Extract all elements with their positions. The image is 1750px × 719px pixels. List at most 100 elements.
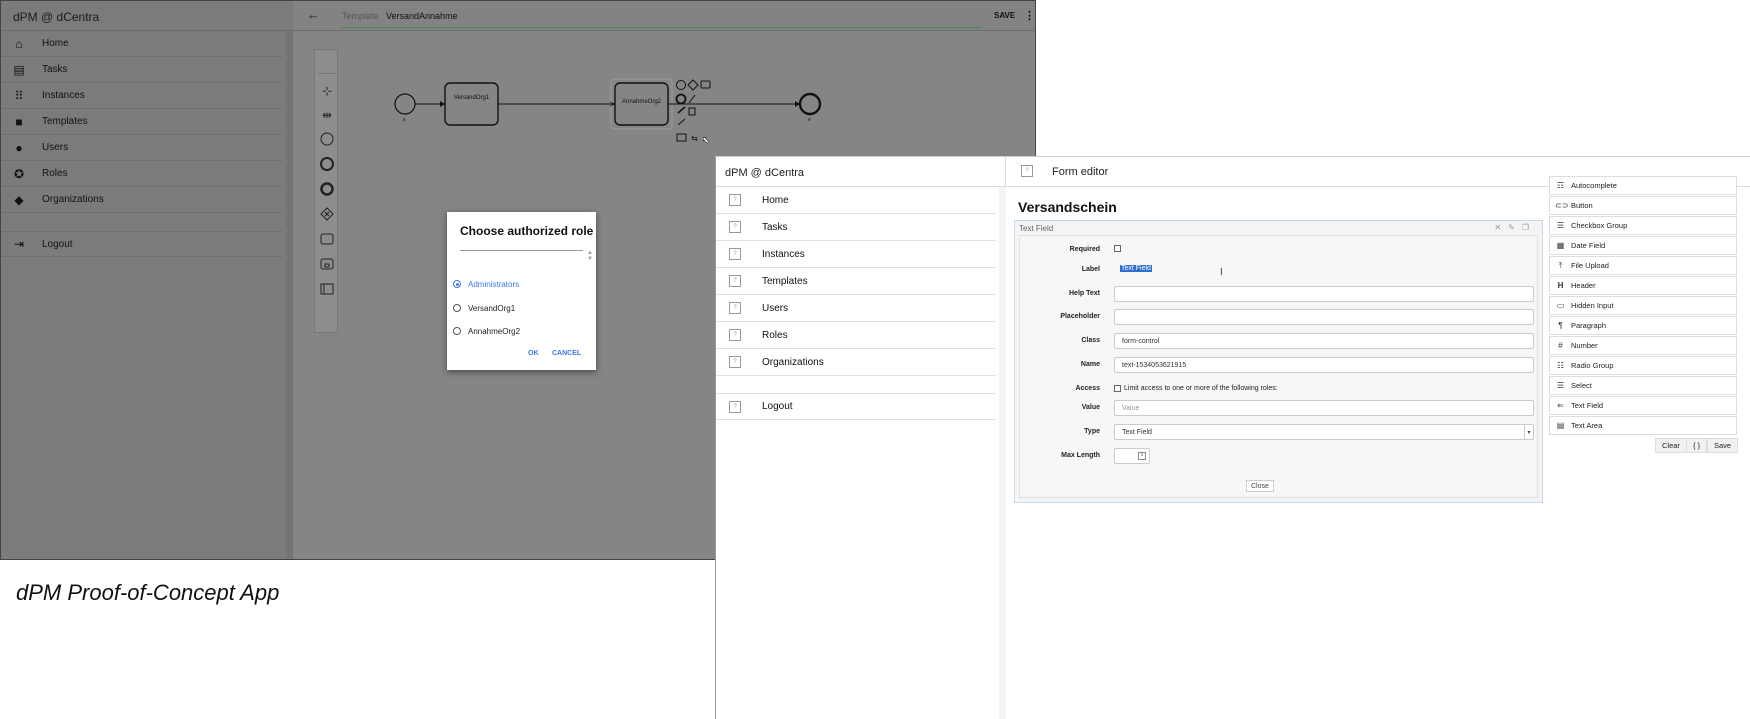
sidebar: dPM @ dCentra ⌂ Home ▤ Tasks ⠿ Instances… [1, 1, 293, 559]
sidebar-item-roles[interactable]: ? Roles [716, 322, 996, 349]
access-description: Limit access to one or more of the follo… [1124, 385, 1278, 392]
role-option-administrators[interactable]: Administrators [453, 276, 519, 292]
sidebar-item-instances[interactable]: ⠿ Instances [1, 83, 283, 109]
sidebar-item-home[interactable]: ⌂ Home [1, 31, 283, 57]
copy-icon[interactable]: ❐ [1522, 223, 1536, 232]
organizations-icon: ? [729, 356, 741, 368]
radio-selected-icon[interactable] [453, 280, 461, 288]
type-select[interactable]: Text Field ▾ [1114, 424, 1534, 440]
field-properties: Required Label Text Field I Help Text Pl… [1019, 235, 1538, 498]
close-button[interactable]: Close [1246, 480, 1274, 492]
control-button[interactable]: ⊂⊃ Button [1549, 196, 1737, 215]
start-event[interactable] [394, 93, 416, 115]
text-field-editor: Text Field ✕✎❐ Required Label Text Field… [1014, 220, 1543, 503]
control-hidden-input[interactable]: ▭ Hidden Input [1549, 296, 1737, 315]
label-input[interactable]: Text Field [1120, 265, 1152, 272]
text-field-icon: ⇐ [1557, 401, 1564, 410]
context-pad[interactable]: ⇆ ⬉ [675, 79, 711, 146]
hidden-input-icon: ▭ [1556, 301, 1565, 310]
class-input[interactable]: form-control [1114, 333, 1534, 349]
sidebar-item-tasks[interactable]: ▤ Tasks [1, 57, 283, 83]
control-select[interactable]: ☰ Select [1549, 376, 1737, 395]
task-versandorg1-label: VersandOrg1 [453, 95, 490, 101]
spinner-icon[interactable]: ⇕ [1138, 452, 1146, 460]
field-card-title: Text Field [1019, 224, 1054, 233]
control-date-field[interactable]: ▦ Date Field [1549, 236, 1737, 255]
sidebar-item-label: Roles [762, 329, 788, 341]
sidebar-item-logout[interactable]: ⇥ Logout [1, 231, 283, 257]
sidebar-scrollbar[interactable] [999, 187, 1006, 719]
ok-button[interactable]: OK [528, 350, 539, 357]
sidebar-item-users[interactable]: ● Users [1, 135, 283, 161]
control-file-upload[interactable]: ⤒ File Upload [1549, 256, 1737, 275]
sidebar-item-tasks[interactable]: ? Tasks [716, 214, 996, 241]
control-label: Paragraph [1571, 321, 1607, 330]
sidebar-item-organizations[interactable]: ◆ Organizations [1, 187, 283, 213]
start-event-label: s [403, 117, 406, 123]
calendar-icon: ▦ [1556, 241, 1565, 250]
sidebar: dPM @ dCentra ? Home ? Tasks ? Instances… [716, 157, 1006, 719]
select-icon: ☰ [1556, 381, 1565, 390]
end-event[interactable] [798, 92, 822, 116]
spinner-arrows-icon[interactable]: ▲ ▼ [587, 250, 593, 262]
role-option-label: Administrators [468, 279, 520, 289]
control-label: Select [1571, 381, 1592, 390]
cancel-button[interactable]: CANCEL [552, 350, 581, 357]
control-number[interactable]: # Number [1549, 336, 1737, 355]
save-button[interactable]: Save [1707, 438, 1739, 453]
required-checkbox[interactable] [1114, 245, 1121, 252]
task-versandorg1[interactable] [444, 82, 499, 126]
sidebar-scrollbar[interactable] [286, 31, 293, 559]
control-autocomplete[interactable]: ☶ Autocomplete [1549, 176, 1737, 195]
control-text-area[interactable]: ▤ Text Area [1549, 416, 1737, 435]
sidebar-item-home[interactable]: ? Home [716, 187, 996, 214]
control-paragraph[interactable]: ¶ Paragraph [1549, 316, 1737, 335]
sidebar-item-label: Logout [42, 238, 73, 250]
placeholder-input[interactable] [1114, 309, 1534, 325]
menu-icon[interactable]: ? [1021, 165, 1033, 177]
name-label: Name [1080, 361, 1100, 368]
control-header[interactable]: H Header [1549, 276, 1737, 295]
control-radio-group[interactable]: ☷ Radio Group [1549, 356, 1737, 375]
sidebar-item-logout[interactable]: ? Logout [716, 393, 996, 420]
number-icon: # [1558, 341, 1563, 350]
control-text-field[interactable]: ⇐ Text Field [1549, 396, 1737, 415]
radio-icon[interactable] [453, 327, 461, 335]
sidebar-item-roles[interactable]: ✪ Roles [1, 161, 283, 187]
text-area-icon: ▤ [1556, 421, 1565, 430]
sidebar-item-label: Templates [762, 275, 808, 287]
radio-icon[interactable] [453, 304, 461, 312]
role-option-versandorg1[interactable]: VersandOrg1 [453, 300, 515, 316]
sidebar-item-label: Home [762, 194, 789, 206]
sidebar-item-organizations[interactable]: ? Organizations [716, 349, 996, 376]
roles-icon: ? [729, 329, 741, 341]
access-checkbox[interactable] [1114, 385, 1121, 392]
control-checkbox-group[interactable]: ☰ Checkbox Group [1549, 216, 1737, 235]
button-icon: ⊂⊃ [1555, 201, 1569, 210]
remove-icon[interactable]: ✕ [1494, 223, 1508, 232]
choose-role-dialog: Choose authorized role ▲ ▼ Administrators… [447, 212, 596, 370]
type-select-value: Text Field [1122, 429, 1152, 436]
logout-icon: ? [729, 400, 741, 413]
view-json-button[interactable]: { } [1686, 438, 1708, 453]
control-label: Checkbox Group [1571, 221, 1628, 230]
edit-icon[interactable]: ✎ [1508, 223, 1522, 232]
role-option-annahmeorg2[interactable]: AnnahmeOrg2 [453, 323, 520, 339]
name-input[interactable]: text-1534053621915 [1114, 357, 1534, 373]
control-label: Header [1571, 281, 1596, 290]
sidebar-item-instances[interactable]: ? Instances [716, 241, 996, 268]
clear-button[interactable]: Clear [1655, 438, 1687, 453]
sidebar-item-label: Instances [762, 248, 805, 260]
control-label: Button [1571, 201, 1593, 210]
sidebar-item-templates[interactable]: ? Templates [716, 268, 996, 295]
value-input[interactable]: Value [1114, 400, 1534, 416]
sidebar-item-label: Roles [42, 168, 68, 179]
help-text-input[interactable] [1114, 286, 1534, 302]
sidebar-item-users[interactable]: ? Users [716, 295, 996, 322]
max-length-input[interactable]: ⇕ [1114, 448, 1150, 464]
class-label: Class [1081, 337, 1100, 344]
svg-text:⬉: ⬉ [702, 136, 710, 146]
sidebar-item-templates[interactable]: ■ Templates [1, 109, 283, 135]
badge-icon: ✪ [13, 166, 25, 181]
role-search-input[interactable] [460, 250, 583, 251]
